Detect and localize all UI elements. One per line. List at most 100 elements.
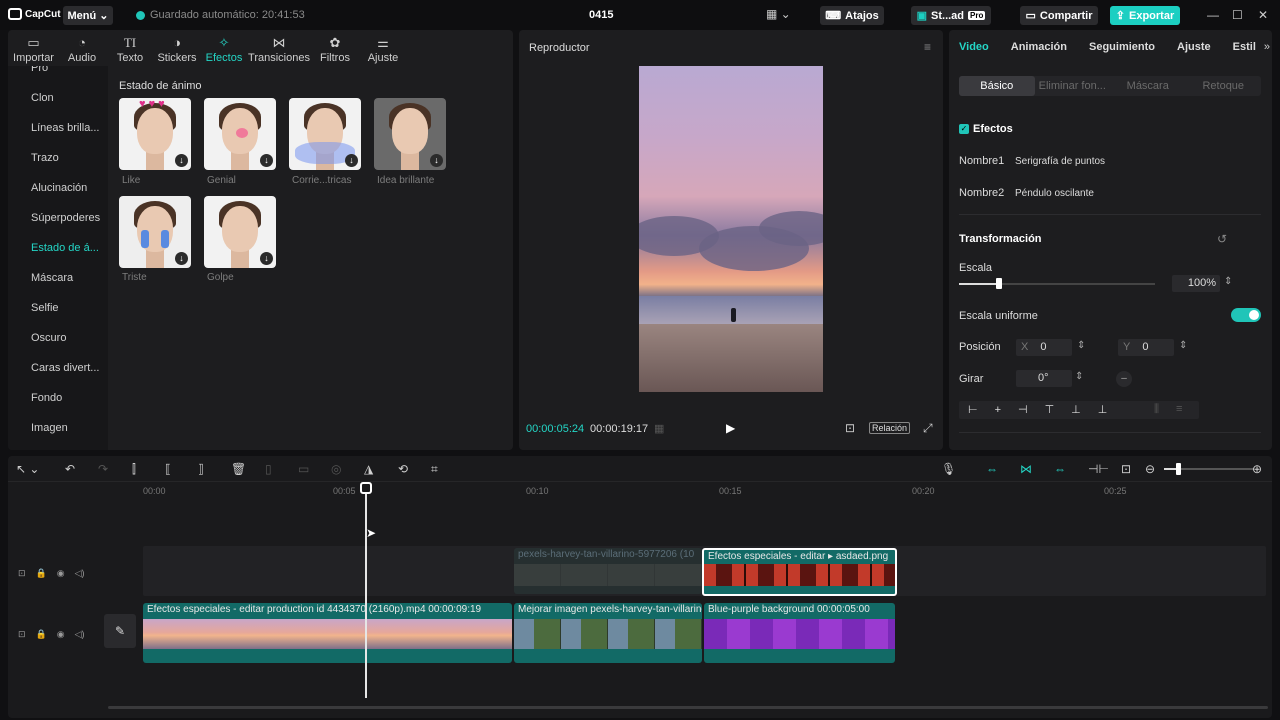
grid-icon[interactable]: ▦ [654, 422, 664, 435]
link-main-track-icon[interactable]: ⇔ [986, 462, 998, 476]
microphone-icon[interactable]: 🎙 [941, 462, 956, 476]
menu-button[interactable]: Menú ⌄ [63, 6, 113, 25]
download-icon[interactable]: ↓ [430, 154, 443, 167]
category-item[interactable]: Súperpoderes [31, 212, 100, 224]
tab-style[interactable]: Estil [1233, 41, 1256, 53]
playhead-handle[interactable] [360, 482, 372, 494]
tab-tracking[interactable]: Seguimiento [1089, 41, 1155, 53]
scale-slider-handle[interactable] [996, 278, 1002, 289]
download-icon[interactable]: ↓ [175, 252, 188, 265]
video-preview[interactable] [639, 66, 823, 392]
tool-text[interactable]: TI Texto [107, 30, 153, 65]
mirror-icon[interactable]: ◮ [364, 462, 373, 476]
category-item[interactable]: Fondo [31, 392, 62, 404]
delete-icon[interactable]: 🗑 [231, 462, 246, 476]
tool-filters[interactable]: ✿ Filtros [311, 30, 359, 65]
tool-import[interactable]: ▭ Importar [10, 30, 57, 65]
zoom-in-icon[interactable]: ⊕ [1252, 462, 1262, 476]
category-item[interactable]: Imagen [31, 422, 68, 434]
effect-thumb[interactable]: ↓ [374, 98, 446, 170]
category-item[interactable]: Caras divert... [31, 362, 99, 374]
stepper-icon[interactable]: ⇕ [1077, 340, 1085, 351]
download-icon[interactable]: ↓ [260, 154, 273, 167]
split-left-icon[interactable]: ⟦ [165, 462, 171, 476]
main-clip[interactable]: Efectos especiales - editar production i… [143, 603, 512, 663]
stepper-icon[interactable]: ⇕ [1224, 276, 1232, 287]
overlay-clip[interactable]: pexels-harvey-tan-villarino-5977206 (10 [514, 548, 702, 594]
tool-audio[interactable]: ◔ Audio [57, 30, 107, 65]
lock-icon[interactable]: 🔒 [36, 629, 47, 640]
select-tool-icon[interactable]: ↖ ⌄ [16, 462, 39, 476]
category-item[interactable]: Alucinación [31, 182, 87, 194]
eye-icon[interactable]: ◉ [57, 629, 65, 640]
download-icon[interactable]: ↓ [260, 252, 273, 265]
effects-overlay-clip-selected[interactable]: Efectos especiales - editar ▸ asdaed.png [702, 548, 897, 596]
caption-icon[interactable]: ⊡ [1121, 462, 1131, 476]
maximize-icon[interactable]: ☐ [1232, 8, 1243, 22]
crop-icon[interactable]: ⌗ [431, 462, 438, 477]
track-cover-icon[interactable]: ⊡ [18, 568, 26, 579]
tab-animation[interactable]: Animación [1011, 41, 1067, 53]
studio-button[interactable]: ▣ St...ad Pro [911, 6, 991, 25]
effect-thumb[interactable]: ↓ [204, 98, 276, 170]
lock-icon[interactable]: 🔒 [36, 568, 47, 579]
split-icon[interactable]: ⫿ [132, 462, 136, 477]
volume-icon[interactable]: ◁) [75, 568, 85, 579]
split-right-icon[interactable]: ⟧ [198, 462, 204, 476]
uniform-scale-toggle[interactable] [1231, 308, 1261, 322]
scale-input[interactable]: 100% [1172, 275, 1220, 292]
eye-icon[interactable]: ◉ [57, 568, 65, 579]
tool-stickers[interactable]: ◑ Stickers [153, 30, 201, 65]
rotate-input[interactable]: 0° [1016, 370, 1072, 387]
preview-axis-icon[interactable]: ⊣⊢ [1088, 462, 1109, 476]
tab-adjust[interactable]: Ajuste [1177, 41, 1211, 53]
track-cover-icon[interactable]: ⊡ [18, 629, 26, 640]
shortcuts-button[interactable]: ⌨ Atajos [820, 6, 884, 25]
subtab-basic[interactable]: Básico [959, 76, 1035, 96]
download-icon[interactable]: ↓ [345, 154, 358, 167]
effect-thumb[interactable]: ♥ ♥ ♥ ↓ [119, 98, 191, 170]
linkage-icon[interactable]: ⇔ [1054, 462, 1066, 476]
minimize-icon[interactable]: — [1207, 8, 1219, 22]
category-item-selected[interactable]: Estado de á... [31, 242, 99, 254]
playhead[interactable] [365, 482, 367, 698]
ratio-button[interactable]: Relación [869, 422, 911, 434]
stepper-icon[interactable]: ⇕ [1075, 371, 1083, 382]
category-item[interactable]: Trazo [31, 152, 59, 164]
position-y-input[interactable]: Y0 [1118, 339, 1174, 356]
export-button[interactable]: ⇪ Exportar [1110, 6, 1180, 25]
volume-icon[interactable]: ◁) [75, 629, 85, 640]
category-item[interactable]: Máscara [31, 272, 73, 284]
fullscreen-icon[interactable]: ⤢ [923, 421, 933, 436]
play-icon[interactable]: ▶ [726, 421, 735, 435]
share-button[interactable]: ▭ Compartir [1020, 6, 1098, 25]
main-clip[interactable]: Blue-purple background 00:00:05:00 [704, 603, 895, 663]
download-icon[interactable]: ↓ [175, 154, 188, 167]
rotate-icon[interactable]: ⟲ [398, 462, 408, 476]
subtab-mask[interactable]: Máscara [1110, 76, 1186, 96]
effect-thumb[interactable]: ↓ [119, 196, 191, 268]
subtab-remove-bg[interactable]: Eliminar fon... [1035, 76, 1111, 96]
effect-thumb[interactable]: ↓ [204, 196, 276, 268]
subtab-retouch[interactable]: Retoque [1186, 76, 1262, 96]
effect-thumb[interactable]: ↓ [289, 98, 361, 170]
layout-icon[interactable]: ▦ ⌄ [766, 7, 791, 21]
reset-icon[interactable]: ↺ [1217, 232, 1227, 246]
tool-adjust[interactable]: ⚌ Ajuste [359, 30, 407, 65]
undo-icon[interactable]: ↶ [65, 462, 75, 476]
tool-transitions[interactable]: ⋈ Transiciones [247, 30, 311, 65]
stepper-icon[interactable]: ⇕ [1179, 340, 1187, 351]
category-item[interactable]: Líneas brilla... [31, 122, 99, 134]
tool-effects[interactable]: ✧ Efectos [201, 30, 247, 65]
edit-cover-icon[interactable]: ✎ [104, 614, 136, 648]
magnet-icon[interactable]: ⋈ [1020, 462, 1032, 476]
zoom-slider-handle[interactable] [1176, 463, 1181, 475]
chevron-right-icon[interactable]: » [1264, 41, 1270, 53]
menu-icon[interactable]: ≡ [924, 40, 931, 54]
rotate-dial-icon[interactable]: – [1116, 371, 1132, 387]
category-item[interactable]: Clon [31, 92, 54, 104]
close-icon[interactable]: ✕ [1258, 8, 1268, 22]
align-icons[interactable]: ⊢+⊣⊤⊥⊥ [968, 403, 1124, 416]
tab-video[interactable]: Video [959, 41, 989, 53]
category-item[interactable]: Oscuro [31, 332, 66, 344]
